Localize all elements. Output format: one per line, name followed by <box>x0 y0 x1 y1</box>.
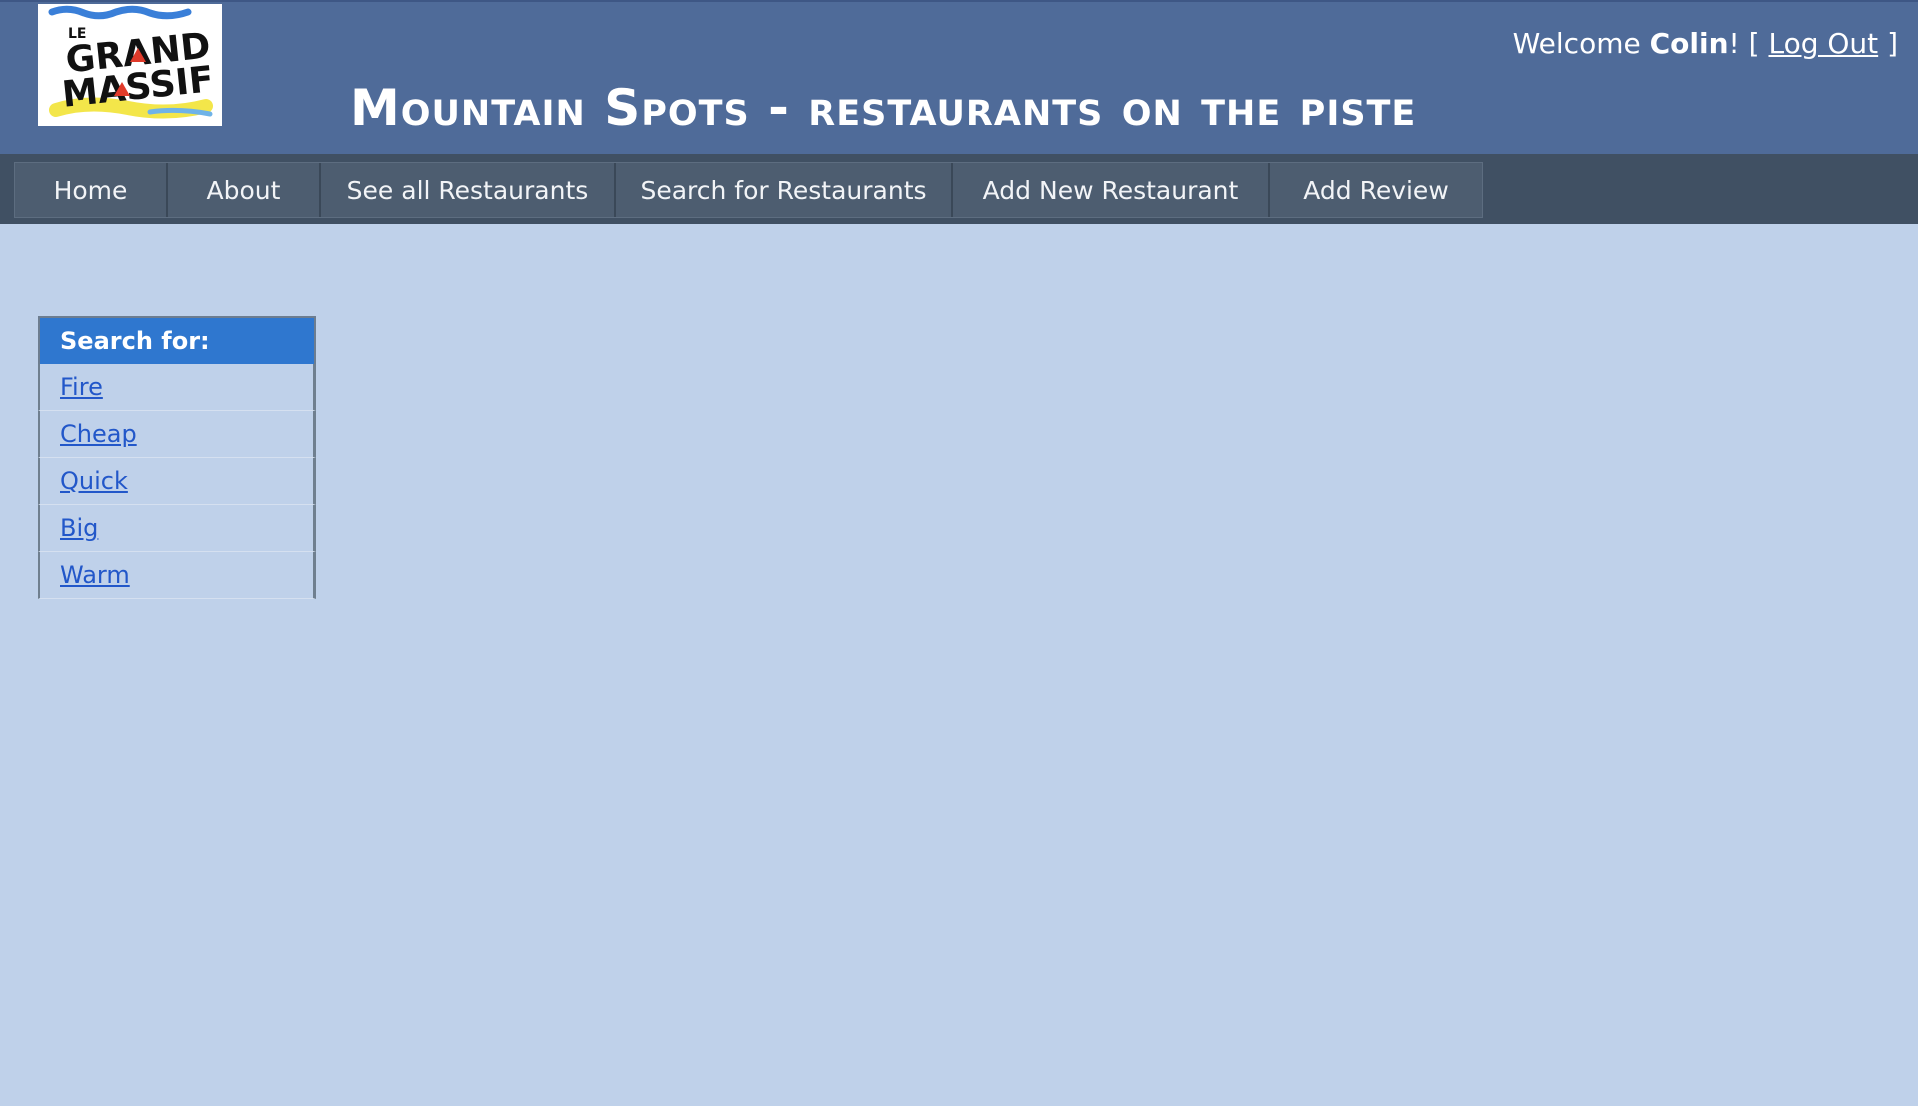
close-bracket: ] <box>1878 27 1898 60</box>
user-name: Colin <box>1649 27 1729 60</box>
nav-item-search-for-restaurants[interactable]: Search for Restaurants <box>616 163 953 217</box>
site-header: LE GRAND MASSIF Mountain Spots - restaur… <box>0 0 1918 154</box>
welcome-suffix: ! [ <box>1728 27 1769 60</box>
nav-item-add-review[interactable]: Add Review <box>1270 163 1482 217</box>
logout-link[interactable]: Log Out <box>1768 27 1878 60</box>
search-link-fire[interactable]: Fire <box>60 373 103 401</box>
grand-massif-logo[interactable]: LE GRAND MASSIF <box>38 4 222 126</box>
search-option-fire: Fire <box>38 364 316 411</box>
search-option-cheap: Cheap <box>38 411 316 458</box>
nav-menu: Home About See all Restaurants Search fo… <box>14 162 1483 218</box>
search-sidebar: Search for: Fire Cheap Quick Big Warm <box>38 316 316 599</box>
nav-item-about[interactable]: About <box>168 163 321 217</box>
search-option-quick: Quick <box>38 458 316 505</box>
site-title: Mountain Spots - restaurants on the pist… <box>350 79 1417 137</box>
nav-item-add-new-restaurant[interactable]: Add New Restaurant <box>953 163 1270 217</box>
page: LE GRAND MASSIF Mountain Spots - restaur… <box>0 0 1918 1106</box>
search-option-big: Big <box>38 505 316 552</box>
nav-item-home[interactable]: Home <box>15 163 168 217</box>
welcome-message: Welcome Colin! [ Log Out ] <box>1513 24 1898 64</box>
search-link-cheap[interactable]: Cheap <box>60 420 137 448</box>
search-link-big[interactable]: Big <box>60 514 98 542</box>
search-link-warm[interactable]: Warm <box>60 561 130 589</box>
welcome-prefix: Welcome <box>1512 27 1650 60</box>
main-navigation: Home About See all Restaurants Search fo… <box>0 154 1918 224</box>
nav-item-see-all-restaurants[interactable]: See all Restaurants <box>321 163 616 217</box>
search-option-warm: Warm <box>38 552 316 599</box>
search-heading: Search for: <box>38 316 316 364</box>
search-link-quick[interactable]: Quick <box>60 467 128 495</box>
